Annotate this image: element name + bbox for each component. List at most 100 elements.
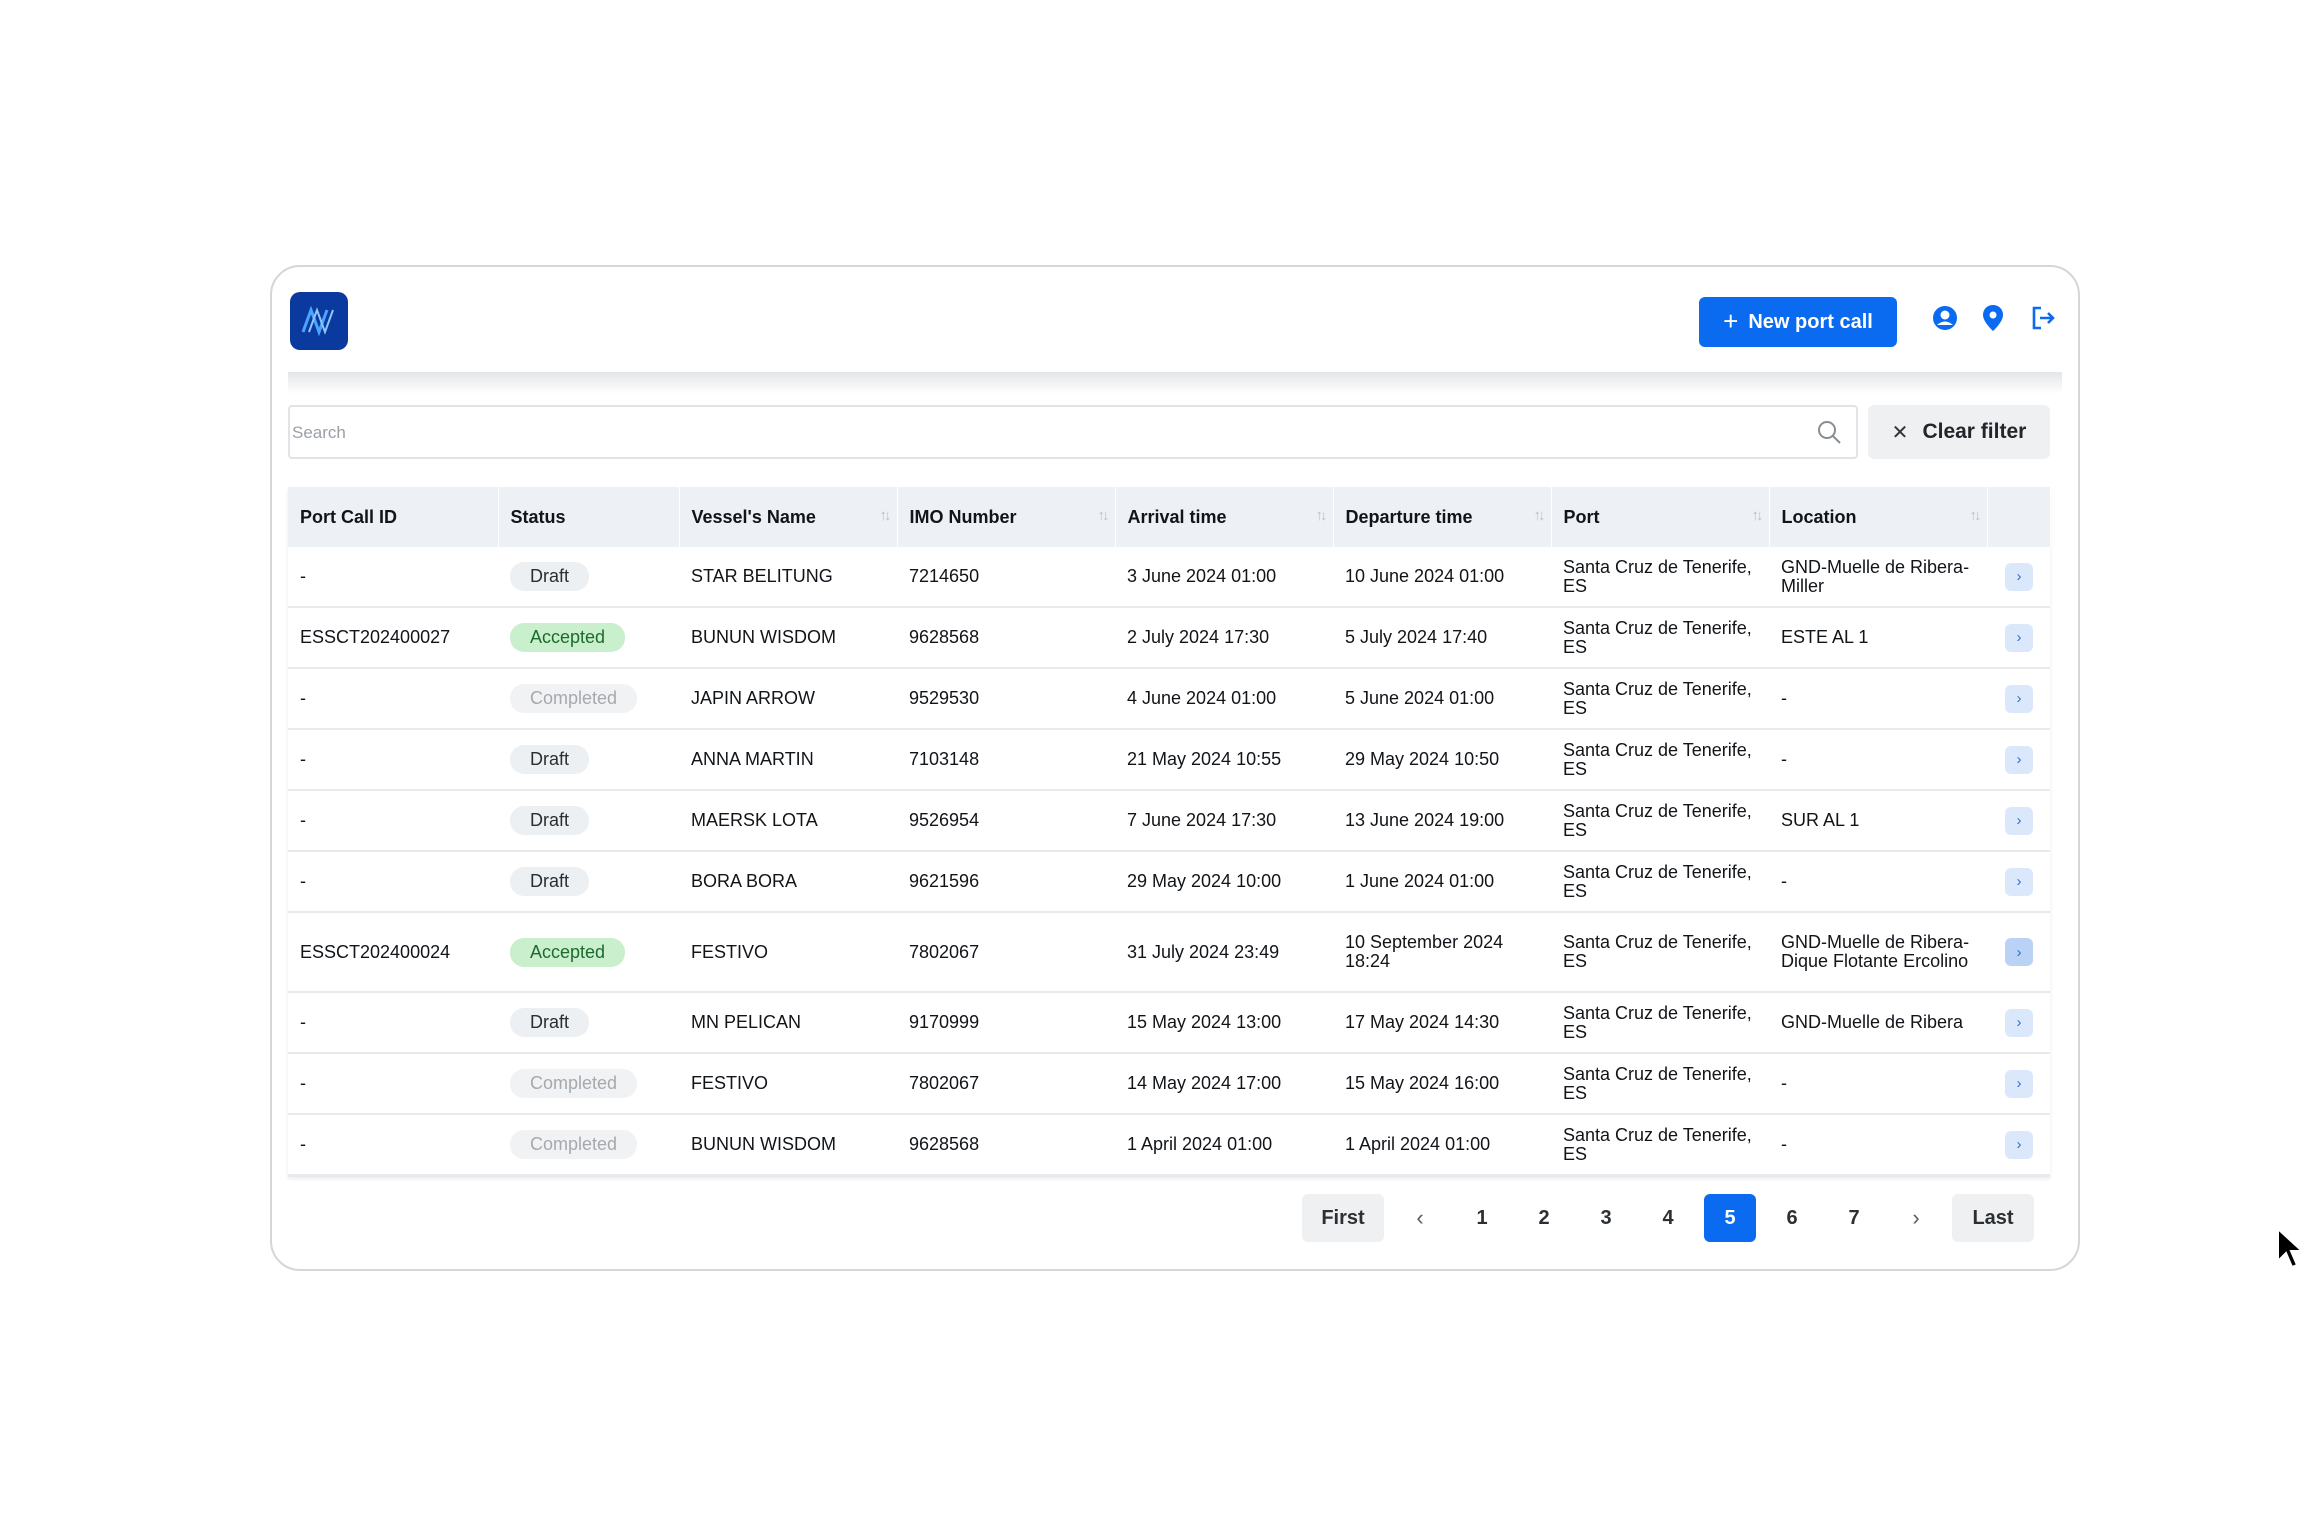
page-button-5-current[interactable]: 5 bbox=[1704, 1194, 1756, 1242]
chevron-right-icon: › bbox=[2016, 568, 2022, 585]
departure-time: 5 June 2024 01:00 bbox=[1333, 668, 1551, 730]
chevron-right-icon: › bbox=[2016, 690, 2022, 707]
imo-number: 9628568 bbox=[897, 607, 1115, 669]
arrival-time: 29 May 2024 10:00 bbox=[1115, 851, 1333, 913]
vessel-name: BUNUN WISDOM bbox=[679, 1114, 897, 1176]
column-header-port-call-id: Port Call ID bbox=[288, 487, 499, 547]
page-button-6[interactable]: 6 bbox=[1766, 1194, 1818, 1242]
search-field[interactable]: Search bbox=[288, 405, 1858, 459]
sort-icon[interactable]: ↑↓ bbox=[880, 507, 892, 524]
chevron-right-icon: › bbox=[1912, 1205, 1920, 1230]
open-row-button[interactable]: › bbox=[2005, 1130, 2033, 1159]
last-page-button[interactable]: Last bbox=[1952, 1194, 2034, 1242]
port: Santa Cruz de Tenerife, ES bbox=[1551, 790, 1769, 852]
open-row-button[interactable]: › bbox=[2005, 684, 2033, 713]
page-button-2[interactable]: 2 bbox=[1518, 1194, 1570, 1242]
arrival-time: 15 May 2024 13:00 bbox=[1115, 992, 1333, 1054]
first-page-button[interactable]: First bbox=[1302, 1194, 1384, 1242]
open-row-button[interactable]: › bbox=[2005, 623, 2033, 652]
departure-time: 1 June 2024 01:00 bbox=[1333, 851, 1551, 913]
chevron-right-icon: › bbox=[2016, 1075, 2022, 1092]
open-row-button[interactable]: › bbox=[2005, 1008, 2033, 1037]
open-row-button[interactable]: › bbox=[2005, 938, 2033, 966]
search-icon[interactable] bbox=[1816, 419, 1842, 445]
departure-time: 15 May 2024 16:00 bbox=[1333, 1053, 1551, 1115]
clear-filter-button[interactable]: ✕ Clear filter bbox=[1868, 405, 2050, 459]
vessel-name: BORA BORA bbox=[679, 851, 897, 913]
imo-number: 9529530 bbox=[897, 668, 1115, 730]
sort-icon[interactable]: ↑↓ bbox=[1098, 507, 1110, 524]
location: GND-Muelle de Ribera bbox=[1769, 992, 1987, 1054]
vessel-name: ANNA MARTIN bbox=[679, 729, 897, 791]
logout-icon[interactable] bbox=[2028, 303, 2058, 333]
status-badge: Draft bbox=[510, 562, 590, 591]
column-header-location[interactable]: Location ↑↓ bbox=[1769, 487, 1988, 547]
table-row: - Draft BORA BORA 9621596 29 May 2024 10… bbox=[288, 851, 2050, 913]
search-input[interactable]: Search bbox=[292, 423, 346, 443]
new-port-call-label: New port call bbox=[1748, 310, 1873, 333]
location: GND-Muelle de Ribera-Dique Flotante Erco… bbox=[1769, 912, 1987, 993]
imo-number: 7802067 bbox=[897, 1053, 1115, 1115]
table-row: - Completed BUNUN WISDOM 9628568 1 April… bbox=[288, 1114, 2050, 1176]
vessel-name: FESTIVO bbox=[679, 912, 897, 993]
open-row-button[interactable]: › bbox=[2005, 1069, 2033, 1098]
imo-number: 9526954 bbox=[897, 790, 1115, 852]
open-row-button[interactable]: › bbox=[2005, 867, 2033, 896]
app-window: + New port call Search ✕ Clear filter Po… bbox=[270, 265, 2305, 1271]
status-badge: Completed bbox=[510, 1130, 638, 1159]
port-call-id: - bbox=[288, 992, 498, 1054]
sort-icon[interactable]: ↑↓ bbox=[1752, 507, 1764, 524]
chevron-right-icon: › bbox=[2016, 751, 2022, 768]
departure-time: 13 June 2024 19:00 bbox=[1333, 790, 1551, 852]
arrival-time: 2 July 2024 17:30 bbox=[1115, 607, 1333, 669]
table-row: - Completed FESTIVO 7802067 14 May 2024 … bbox=[288, 1053, 2050, 1115]
sort-icon[interactable]: ↑↓ bbox=[1316, 507, 1328, 524]
chevron-right-icon: › bbox=[2016, 629, 2022, 646]
page-button-1[interactable]: 1 bbox=[1456, 1194, 1508, 1242]
status-badge: Draft bbox=[510, 806, 590, 835]
column-header-departure-time[interactable]: Departure time ↑↓ bbox=[1333, 487, 1552, 547]
plus-icon: + bbox=[1723, 305, 1739, 336]
column-header-imo-number[interactable]: IMO Number ↑↓ bbox=[897, 487, 1116, 547]
previous-page-button[interactable]: ‹ bbox=[1394, 1194, 1446, 1242]
column-header-status: Status bbox=[498, 487, 680, 547]
mouse-cursor-icon bbox=[2277, 1227, 2305, 1269]
page-button-3[interactable]: 3 bbox=[1580, 1194, 1632, 1242]
table-row: - Draft MAERSK LOTA 9526954 7 June 2024 … bbox=[288, 790, 2050, 852]
arrival-time: 31 July 2024 23:49 bbox=[1115, 912, 1333, 993]
imo-number: 7802067 bbox=[897, 912, 1115, 993]
sort-icon[interactable]: ↑↓ bbox=[1534, 507, 1546, 524]
port-call-id: - bbox=[288, 729, 498, 791]
status-badge: Accepted bbox=[510, 623, 626, 652]
app-logo[interactable] bbox=[290, 292, 348, 350]
port: Santa Cruz de Tenerife, ES bbox=[1551, 851, 1769, 913]
port: Santa Cruz de Tenerife, ES bbox=[1551, 729, 1769, 791]
chevron-left-icon: ‹ bbox=[1416, 1205, 1424, 1230]
port-call-id: - bbox=[288, 790, 498, 852]
open-row-button[interactable]: › bbox=[2005, 745, 2033, 774]
column-header-arrival-time[interactable]: Arrival time ↑↓ bbox=[1115, 487, 1334, 547]
vessel-name: FESTIVO bbox=[679, 1053, 897, 1115]
status-badge: Draft bbox=[510, 1008, 590, 1037]
sort-icon[interactable]: ↑↓ bbox=[1970, 507, 1982, 524]
location: - bbox=[1769, 851, 1987, 913]
port: Santa Cruz de Tenerife, ES bbox=[1551, 607, 1769, 669]
location-pin-icon[interactable] bbox=[1978, 303, 2008, 333]
port-call-id: ESSCT202400024 bbox=[288, 912, 498, 993]
page-button-4[interactable]: 4 bbox=[1642, 1194, 1694, 1242]
next-page-button[interactable]: › bbox=[1890, 1194, 1942, 1242]
chevron-right-icon: › bbox=[2016, 1136, 2022, 1153]
port-calls-table: Port Call ID Status Vessel's Name ↑↓ IMO … bbox=[288, 487, 2051, 1177]
location: - bbox=[1769, 729, 1987, 791]
imo-number: 7214650 bbox=[897, 547, 1115, 608]
page-button-7[interactable]: 7 bbox=[1828, 1194, 1880, 1242]
departure-time: 29 May 2024 10:50 bbox=[1333, 729, 1551, 791]
user-icon[interactable] bbox=[1930, 303, 1960, 333]
open-row-button[interactable]: › bbox=[2005, 806, 2033, 835]
table-header-row: Port Call ID Status Vessel's Name ↑↓ IMO … bbox=[288, 487, 2051, 547]
open-row-button[interactable]: › bbox=[2005, 562, 2033, 591]
new-port-call-button[interactable]: + New port call bbox=[1699, 297, 1897, 347]
column-header-vessel-name[interactable]: Vessel's Name ↑↓ bbox=[679, 487, 898, 547]
arrival-time: 21 May 2024 10:55 bbox=[1115, 729, 1333, 791]
column-header-port[interactable]: Port ↑↓ bbox=[1551, 487, 1770, 547]
